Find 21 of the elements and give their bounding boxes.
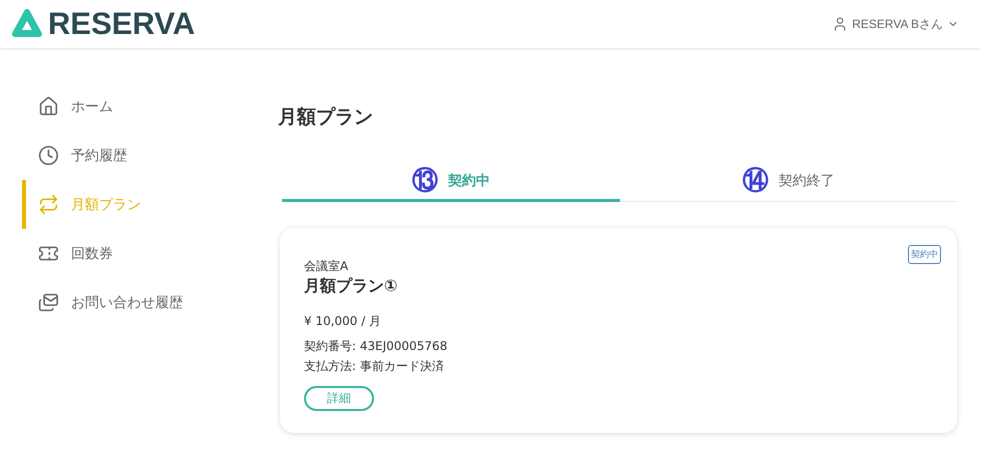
plan-name: 月額プラン①	[304, 276, 399, 297]
payment-method: 支払方法: 事前カード決済	[304, 358, 445, 375]
home-icon	[38, 96, 59, 117]
page-title: 月額プラン	[278, 105, 374, 130]
tab[interactable]: ⑬ 契約中	[282, 162, 620, 202]
sidebar-item[interactable]: ホーム	[22, 82, 250, 131]
mail-icon	[38, 292, 59, 313]
sidebar-item[interactable]: お問い合わせ履歴	[22, 278, 250, 327]
plan-price: ¥ 10,000 / 月	[304, 313, 382, 330]
history-icon	[38, 145, 59, 166]
logo-icon	[12, 9, 42, 39]
room-name: 会議室A	[304, 258, 350, 275]
contract-number: 契約番号: 43EJ00005768	[304, 338, 448, 355]
sidebar-item[interactable]: 予約履歴	[22, 131, 250, 180]
sidebar-item[interactable]: 回数券	[22, 229, 250, 278]
detail-button[interactable]: 詳細	[304, 386, 374, 411]
plan-icon	[38, 194, 59, 215]
tab[interactable]: ⑭ 契約終了	[620, 162, 957, 202]
status-badge: 契約中	[908, 245, 941, 264]
logo-text: RESERVA	[48, 6, 196, 42]
user-menu[interactable]: RESERVA Bさん	[832, 16, 959, 32]
